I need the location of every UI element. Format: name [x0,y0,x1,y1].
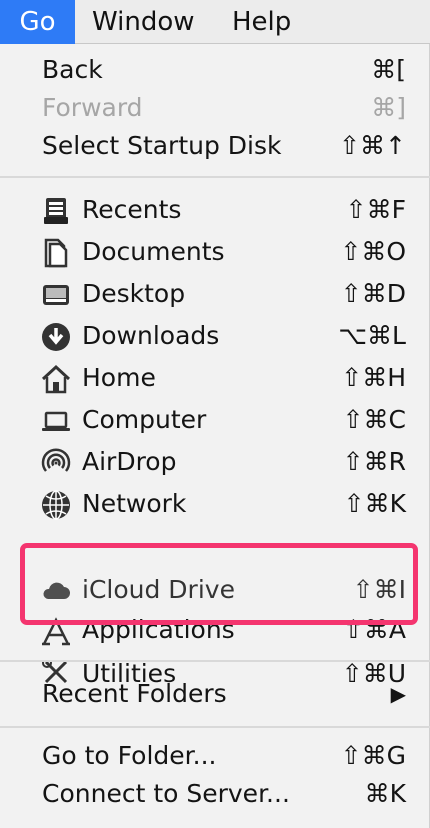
network-icon [40,489,72,521]
menu-item-label: Connect to Server... [42,779,290,808]
menu-item-go-to-folder[interactable]: Go to Folder... ⇧⌘G [0,736,430,776]
menu-window[interactable]: Window [92,0,195,44]
shortcut-label: ⌘[ [371,55,406,84]
menu-item-recent-folders[interactable]: Recent Folders ▶ [0,674,430,714]
shortcut-label: ⇧⌘D [340,279,406,308]
highlight-box [20,543,418,625]
menu-item-computer[interactable]: Computer ⇧⌘C [0,400,430,440]
menu-item-label: Select Startup Disk [42,131,282,160]
menu-item-desktop[interactable]: Desktop ⇧⌘D [0,274,430,314]
menu-item-select-startup-disk[interactable]: Select Startup Disk ⇧⌘↑ [0,126,430,166]
menu-bar: Go Window Help [0,0,430,44]
shortcut-label: ⇧⌘C [342,405,406,434]
shortcut-label: ⇧⌘R [342,447,406,476]
menu-item-label: Home [82,363,156,392]
menu-item-connect-to-server[interactable]: Connect to Server... ⌘K [0,774,430,814]
menu-item-label: Network [82,489,187,518]
shortcut-label: ⇧⌘↑ [339,131,406,160]
menu-item-recents[interactable]: Recents ⇧⌘F [0,190,430,230]
menu-item-forward: Forward ⌘] [0,88,430,128]
menu-item-label: Forward [42,93,143,122]
shortcut-label: ⌘K [364,779,406,808]
menu-separator [0,726,430,728]
shortcut-label: ⌘] [371,93,406,122]
menu-item-label: Recent Folders [42,679,227,708]
downloads-icon [40,321,72,353]
recents-icon [40,195,72,227]
shortcut-label: ⇧⌘F [345,195,406,224]
menu-separator [0,660,430,662]
menu-item-back[interactable]: Back ⌘[ [0,50,430,90]
menu-go[interactable]: Go [0,0,75,44]
shortcut-label: ⇧⌘G [340,741,406,770]
menu-item-label: Documents [82,237,225,266]
menu-help[interactable]: Help [232,0,291,44]
documents-icon [40,237,72,269]
menu-item-label: Back [42,55,103,84]
menu-item-downloads[interactable]: Downloads ⌥⌘L [0,316,430,356]
menu-item-label: Recents [82,195,182,224]
menu-item-label: Computer [82,405,207,434]
shortcut-label: ⇧⌘H [341,363,406,392]
home-icon [40,363,72,395]
shortcut-label: ⌥⌘L [338,321,406,350]
menu-item-home[interactable]: Home ⇧⌘H [0,358,430,398]
menu-item-airdrop[interactable]: AirDrop ⇧⌘R [0,442,430,482]
menu-item-label: AirDrop [82,447,177,476]
menu-separator [0,176,430,178]
menu-item-network[interactable]: Network ⇧⌘K [0,484,430,524]
computer-icon [40,405,72,437]
menu-item-label: Desktop [82,279,186,308]
menu-item-label: Downloads [82,321,220,350]
shortcut-label: ⇧⌘K [343,489,406,518]
menu-item-label: Go to Folder... [42,741,217,770]
go-menu-dropdown: Back ⌘[ Forward ⌘] Select Startup Disk ⇧… [0,44,430,828]
shortcut-label: ⇧⌘O [340,237,406,266]
desktop-icon [40,279,72,311]
airdrop-icon [40,447,72,479]
menu-item-documents[interactable]: Documents ⇧⌘O [0,232,430,272]
submenu-arrow-icon: ▶ [390,682,406,706]
